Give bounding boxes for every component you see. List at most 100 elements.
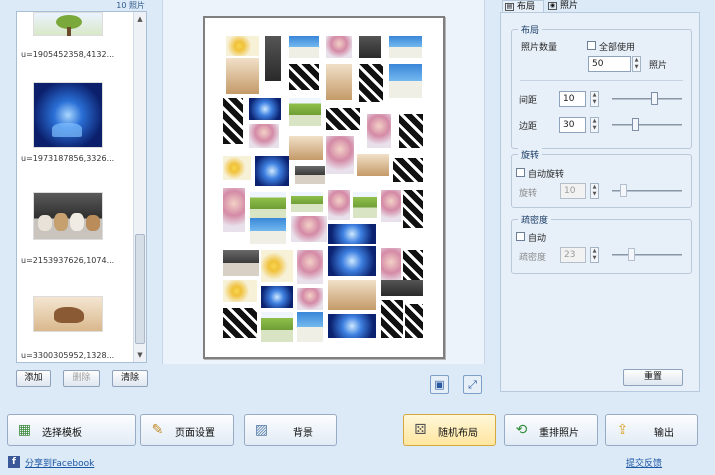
collage-photo[interactable] [403,190,423,228]
collage-photo[interactable] [289,36,319,58]
collage-photo[interactable] [265,36,281,81]
collage-photo[interactable] [297,288,323,310]
collage-photo[interactable] [389,36,422,58]
photo-count-input[interactable]: 50 [588,56,631,72]
collage-photo[interactable] [289,98,321,126]
rotate-slider-thumb[interactable] [620,184,627,197]
collage-photo[interactable] [328,190,350,220]
crop-icon[interactable]: ▣ [430,375,449,394]
collage-photo[interactable] [261,250,293,282]
delete-button[interactable]: 删除 [63,370,100,387]
collage-photo[interactable] [399,114,423,148]
spacing-spinner[interactable]: ▲ ▼ [590,91,599,107]
photo-list-scrollbar[interactable]: ▲ ▼ [133,12,146,362]
collage-photo[interactable] [353,192,377,218]
collage-photo[interactable] [359,36,381,58]
collage-photo[interactable] [328,314,376,338]
rearrange-photos-button[interactable]: ⟲ 重排照片 [504,414,598,446]
page-setup-button[interactable]: ✎ 页面设置 [140,414,234,446]
photo-list[interactable]: u=1905452358,4132... u=1973187856,3326..… [16,11,147,363]
photo-unit-label: 照片 [649,61,668,71]
collage-photo[interactable] [223,156,251,180]
collage-photo[interactable] [393,158,423,182]
collage-photo[interactable] [367,114,391,148]
collage-photo[interactable] [261,286,293,308]
margin-input[interactable]: 30 [559,117,586,133]
photo-count-spinner[interactable]: ▲ ▼ [632,56,641,72]
collage-photo[interactable] [326,108,360,130]
collage-photo[interactable] [389,64,422,98]
collage-photo[interactable] [223,308,257,338]
rotation-group: 旋转 自动旋转 旋转 10 ▲ ▼ [511,148,692,208]
density-slider-thumb[interactable] [628,248,635,261]
collage-photo[interactable] [328,224,376,244]
collage-photo[interactable] [326,136,354,174]
collage-photo[interactable] [326,36,352,58]
collage-photo[interactable] [223,98,243,144]
collage-photo[interactable] [255,156,289,186]
rotate-spinner[interactable]: ▲ ▼ [590,183,599,199]
spacing-slider-thumb[interactable] [651,92,658,105]
scrollbar-thumb[interactable] [135,234,145,344]
collage-photo[interactable] [326,64,352,100]
density-slider-track[interactable] [612,254,682,256]
select-template-button[interactable]: ▦ 选择模板 [7,414,136,446]
collage-photo[interactable] [381,300,403,338]
fit-icon[interactable]: ⤢ [463,375,482,394]
collage-photo[interactable] [226,58,259,94]
spacing-slider-track[interactable] [612,98,682,100]
collage-photo[interactable] [261,312,293,342]
auto-rotate-checkbox[interactable] [516,168,525,177]
collage-photo[interactable] [297,250,323,284]
collage-photo[interactable] [223,280,257,302]
collage-photo[interactable] [403,250,423,284]
density-input[interactable]: 23 [560,247,586,263]
reset-button[interactable]: 重置 [623,369,683,386]
collage-photo[interactable] [405,304,423,338]
collage-photo[interactable] [249,98,281,120]
random-layout-button[interactable]: ⚄ 随机布局 [403,414,496,446]
collage-photo[interactable] [381,280,423,296]
facebook-share-link[interactable]: f 分享到Facebook [8,456,94,470]
collage-photo[interactable] [249,124,279,148]
collage-photo[interactable] [223,188,245,232]
rotate-input[interactable]: 10 [560,183,586,199]
collage-photo[interactable] [250,218,286,244]
collage-photo[interactable] [295,166,325,184]
list-item[interactable]: u=1905452358,4132... [17,12,134,62]
collage-photo-grid[interactable] [205,18,443,357]
auto-density-checkbox[interactable] [516,232,525,241]
list-item[interactable]: u=2153937626,1074... [17,188,134,268]
collage-photo[interactable] [289,64,319,90]
collage-photo[interactable] [289,136,323,160]
layout-icon: ▤ [505,3,514,11]
collage-photo[interactable] [328,246,376,276]
background-button[interactable]: ▨ 背景 [244,414,337,446]
collage-photo[interactable] [328,280,376,310]
add-button[interactable]: 添加 [16,370,51,387]
photo-thumbnail-horse [33,296,103,332]
scroll-up-icon[interactable]: ▲ [134,13,146,25]
margin-slider-track[interactable] [612,124,682,126]
collage-photo[interactable] [291,216,327,242]
use-all-checkbox[interactable] [587,41,596,50]
collage-photo[interactable] [291,192,323,212]
list-item[interactable]: u=1973187856,3326... [17,82,134,170]
collage-page[interactable] [203,16,445,359]
density-spinner[interactable]: ▲ ▼ [590,247,599,263]
clear-button[interactable]: 清除 [112,370,148,387]
list-item[interactable]: u=3300305952,1328... [17,292,134,362]
collage-photo[interactable] [359,64,383,102]
output-button[interactable]: ⇪ 输出 [605,414,698,446]
spacing-input[interactable]: 10 [559,91,586,107]
collage-photo[interactable] [381,190,401,222]
collage-photo[interactable] [223,250,259,276]
margin-spinner[interactable]: ▲ ▼ [590,117,599,133]
collage-photo[interactable] [357,154,389,176]
scroll-down-icon[interactable]: ▼ [134,349,146,361]
feedback-link[interactable]: 提交反馈 [626,456,662,469]
collage-photo[interactable] [250,192,286,220]
collage-photo[interactable] [226,36,259,56]
margin-slider-thumb[interactable] [632,118,639,131]
collage-photo[interactable] [297,312,323,342]
